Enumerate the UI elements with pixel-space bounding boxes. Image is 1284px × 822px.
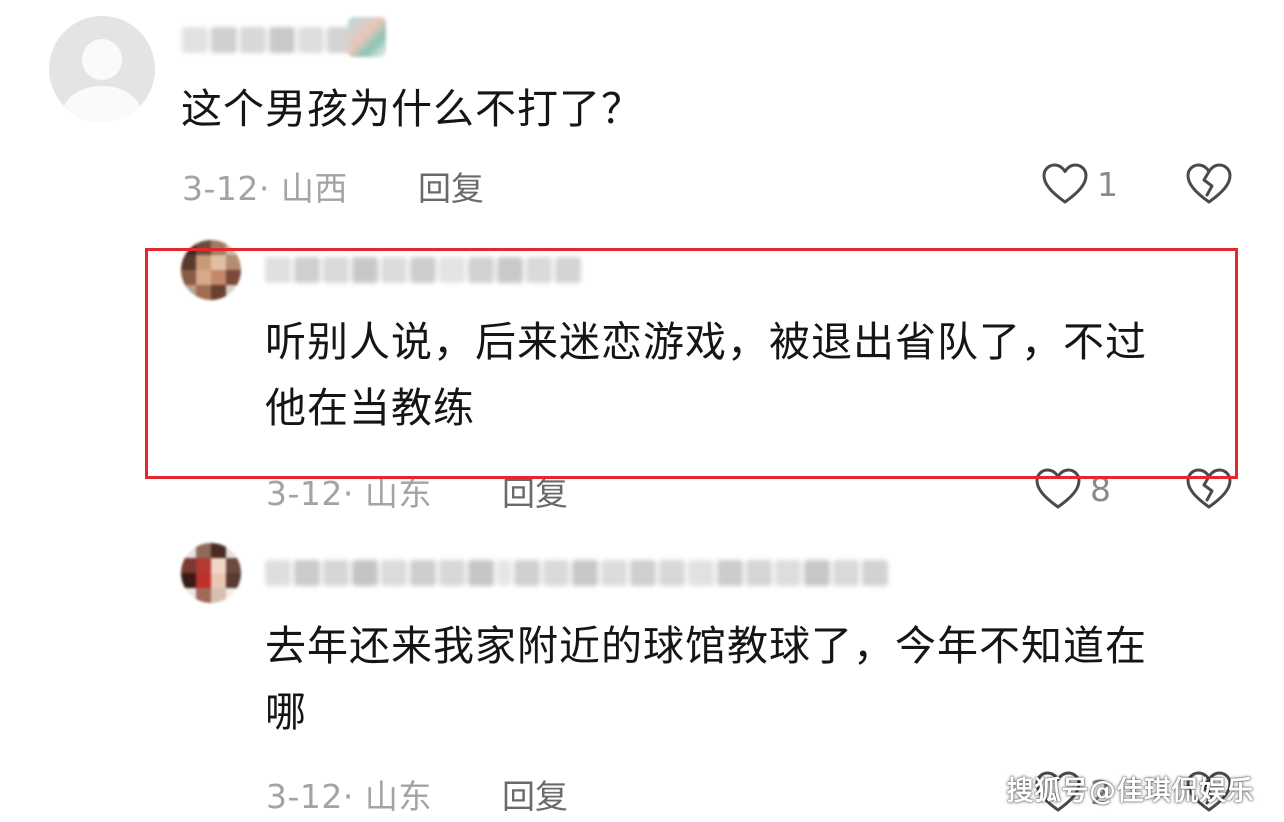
watermark-text: 搜狐号@佳琪侃娱乐 <box>1006 776 1254 807</box>
dislike-button[interactable] <box>1185 467 1233 511</box>
reply-button[interactable]: 回复 <box>502 467 568 515</box>
like-count: 8 <box>1090 469 1111 509</box>
avatar-head-shape <box>81 39 123 80</box>
comment-date-location: 3-12· 山东 <box>266 777 432 816</box>
username-redacted[interactable] <box>265 257 581 283</box>
comment-text: 这个男孩为什么不打了？ <box>181 85 643 133</box>
like-count: 1 <box>1097 164 1118 204</box>
dislike-button[interactable] <box>1185 162 1233 206</box>
comment-text: 听别人说，后来迷恋游戏，被退出省队了，不过 他在当教练 <box>265 318 1147 432</box>
heart-outline-icon <box>1042 163 1088 204</box>
like-button[interactable]: 8 <box>1034 467 1111 511</box>
broken-heart-icon <box>1186 163 1232 204</box>
username-redacted[interactable] <box>182 27 353 53</box>
user-badge-icon <box>348 17 386 57</box>
avatar-body-shape <box>62 85 142 122</box>
user-avatar[interactable] <box>49 16 155 122</box>
user-avatar[interactable] <box>181 543 241 603</box>
comment-text: 去年还来我家附近的球馆教球了，今年不知道在 哪 <box>265 622 1147 736</box>
reply-button[interactable]: 回复 <box>502 770 568 818</box>
broken-heart-icon <box>1186 468 1232 509</box>
user-avatar[interactable] <box>181 240 241 300</box>
like-button[interactable]: 1 <box>1041 162 1118 206</box>
heart-outline-icon <box>1035 468 1081 509</box>
reply-button[interactable]: 回复 <box>418 162 484 210</box>
comment-date-location: 3-12· 山东 <box>266 474 432 513</box>
comment-date-location: 3-12· 山西 <box>182 169 348 208</box>
username-redacted[interactable] <box>265 560 888 586</box>
